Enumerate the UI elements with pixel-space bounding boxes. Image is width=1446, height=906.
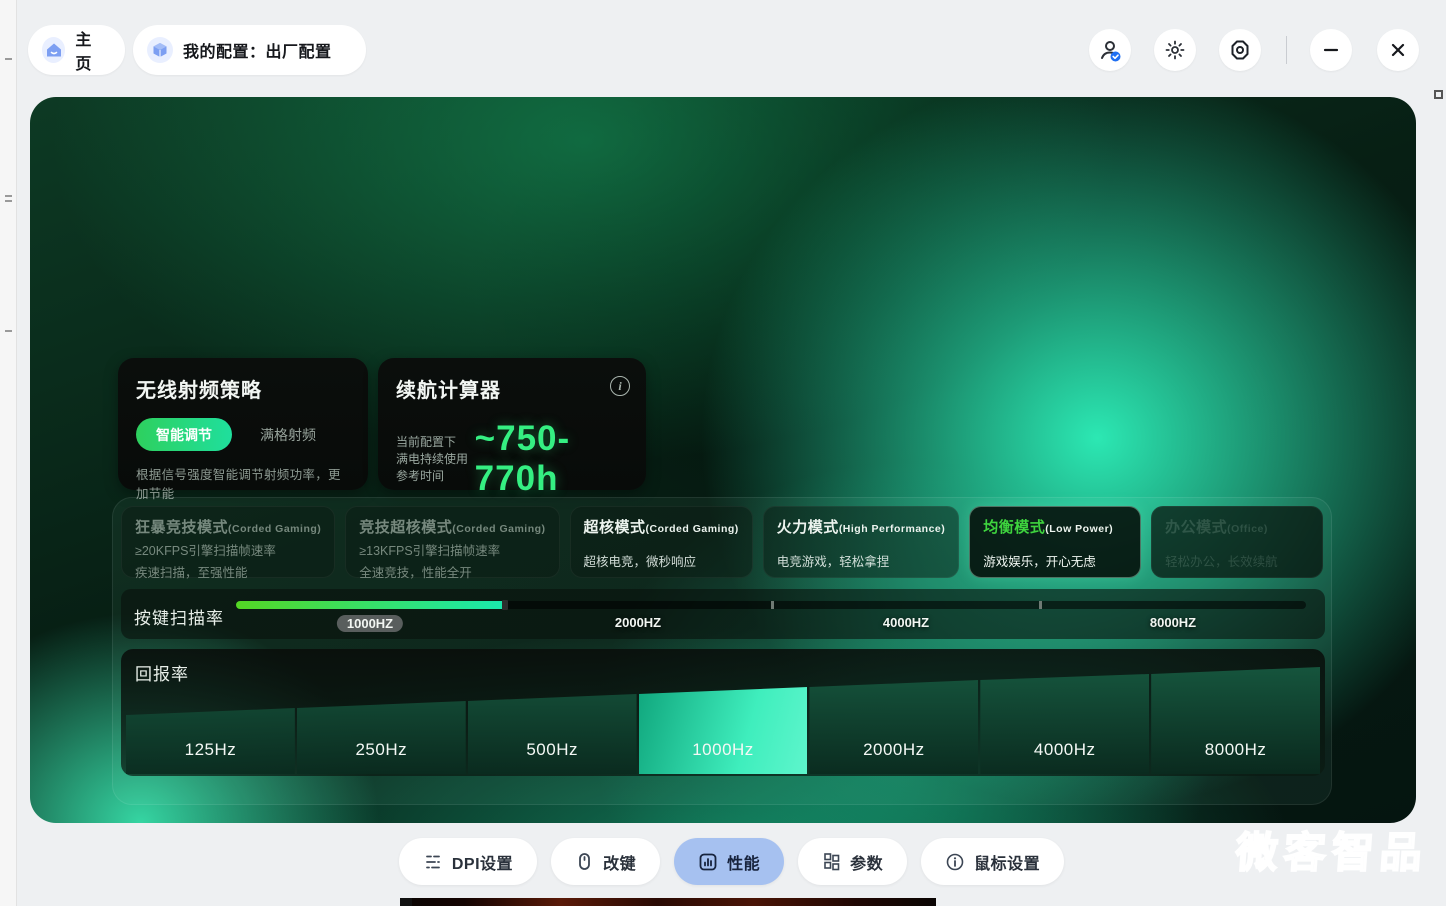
config-button[interactable]: 我的配置：出厂配置 — [133, 25, 366, 75]
mode-card-firepower[interactable]: 火力模式(High Performance) 电竞游戏，轻松拿捏 — [763, 506, 959, 578]
scan-option-1000hz[interactable]: 1000HZ — [337, 615, 403, 632]
mode-card-supercore[interactable]: 超核模式(Corded Gaming) 超核电竞，微秒响应 — [570, 506, 753, 578]
scan-option-4000hz[interactable]: 4000HZ — [883, 615, 929, 630]
scan-rate-slider[interactable] — [236, 601, 1306, 609]
minimize-icon — [1321, 40, 1341, 60]
minimize-button[interactable] — [1310, 29, 1352, 71]
rf-strategy-card: 无线射频策略 智能调节 满格射频 根据信号强度智能调节射频功率，更加节能 — [118, 358, 368, 490]
brightness-button[interactable] — [1154, 29, 1196, 71]
user-icon — [1098, 38, 1122, 62]
report-rate-option-1000hz[interactable]: 1000Hz — [639, 662, 808, 774]
report-rate-option-125hz[interactable]: 125Hz — [126, 662, 295, 774]
battery-note: 当前配置下 满电持续使用 参考时间 — [396, 434, 475, 485]
titlebar-divider — [1286, 36, 1287, 64]
account-button[interactable] — [1089, 29, 1131, 71]
tab-parameters[interactable]: 参数 — [798, 838, 907, 885]
scan-rate-thumb[interactable] — [502, 600, 508, 610]
battery-card-title: 续航计算器 — [396, 374, 628, 403]
report-rate-option-250hz[interactable]: 250Hz — [297, 662, 466, 774]
rf-card-title: 无线射频策略 — [136, 374, 350, 403]
mode-card-office[interactable]: 办公模式(Office) 轻松办公，长效续航 — [1151, 506, 1323, 578]
tab-mouse-settings[interactable]: 鼠标设置 — [921, 838, 1064, 885]
scan-tick — [771, 601, 774, 609]
report-rate-option-500hz[interactable]: 500Hz — [468, 662, 637, 774]
tab-performance[interactable]: 性能 — [674, 838, 784, 885]
performance-panel: 无线射频策略 智能调节 满格射频 根据信号强度智能调节射频功率，更加节能 续航计… — [30, 97, 1416, 823]
home-button[interactable]: 主页 — [28, 25, 125, 75]
mode-card-balanced[interactable]: 均衡模式(Low Power) 游戏娱乐，开心无虑 — [969, 506, 1141, 578]
title-bar: 主页 我的配置：出厂配置 — [17, 0, 1446, 97]
mouse-icon — [575, 852, 594, 871]
tab-dpi-settings[interactable]: DPI设置 — [399, 838, 537, 885]
report-rate-bars: 125Hz 250Hz 500Hz 1000Hz 2000Hz 4000Hz 8… — [126, 662, 1320, 774]
performance-controls: 狂暴竞技模式(Corded Gaming) ≥20KFPS引擎扫描帧速率 疾速扫… — [112, 497, 1332, 805]
cube-icon — [147, 37, 173, 63]
battery-life-value: ~750-770h — [475, 419, 628, 499]
close-icon — [1388, 40, 1408, 60]
background-window-edge — [0, 0, 17, 906]
watermark: 微客智品 — [1234, 819, 1430, 880]
report-rate-option-4000hz[interactable]: 4000Hz — [980, 662, 1149, 774]
settings-gear-icon — [1228, 38, 1252, 62]
performance-chart-icon — [698, 852, 718, 872]
info-icon[interactable]: i — [610, 376, 630, 396]
scan-tick — [1039, 601, 1042, 609]
settings-button[interactable] — [1219, 29, 1261, 71]
home-label: 主页 — [75, 26, 105, 74]
close-button[interactable] — [1377, 29, 1419, 71]
scan-rate-fill — [236, 601, 504, 609]
dpi-levels-icon — [423, 852, 443, 872]
scan-option-8000hz[interactable]: 8000HZ — [1150, 615, 1196, 630]
config-label: 我的配置：出厂配置 — [183, 38, 332, 62]
brightness-icon — [1164, 39, 1186, 61]
battery-calculator-card: 续航计算器 i 当前配置下 满电持续使用 参考时间 ~750-770h — [378, 358, 646, 490]
rf-smart-option[interactable]: 智能调节 — [136, 418, 232, 451]
home-icon — [42, 37, 65, 63]
mode-card-corded-super[interactable]: 竞技超核模式(Corded Gaming) ≥13KFPS引擎扫描帧速率 全速竞… — [345, 506, 559, 578]
mode-card-corded-rage[interactable]: 狂暴竞技模式(Corded Gaming) ≥20KFPS引擎扫描帧速率 疾速扫… — [121, 506, 335, 578]
mouse-info-icon — [945, 852, 965, 872]
report-rate-section: 回报率 125Hz 250Hz 500Hz 1000Hz 2000Hz 4000… — [121, 649, 1325, 776]
tab-key-remap[interactable]: 改键 — [551, 838, 660, 885]
parameters-grid-icon — [822, 852, 841, 871]
scan-rate-label: 按键扫描率 — [134, 604, 224, 629]
background-window-strip — [400, 898, 936, 906]
bottom-toolbar: DPI设置 改键 性能 参数 — [17, 838, 1446, 885]
report-rate-option-8000hz[interactable]: 8000Hz — [1151, 662, 1320, 774]
scan-option-2000hz[interactable]: 2000HZ — [615, 615, 661, 630]
rf-full-option[interactable]: 满格射频 — [260, 425, 316, 445]
mode-selector: 狂暴竞技模式(Corded Gaming) ≥20KFPS引擎扫描帧速率 疾速扫… — [121, 506, 1323, 578]
key-scan-rate-section: 按键扫描率 1000HZ 2000HZ 4000HZ 8000HZ — [121, 589, 1325, 639]
report-rate-option-2000hz[interactable]: 2000Hz — [809, 662, 978, 774]
